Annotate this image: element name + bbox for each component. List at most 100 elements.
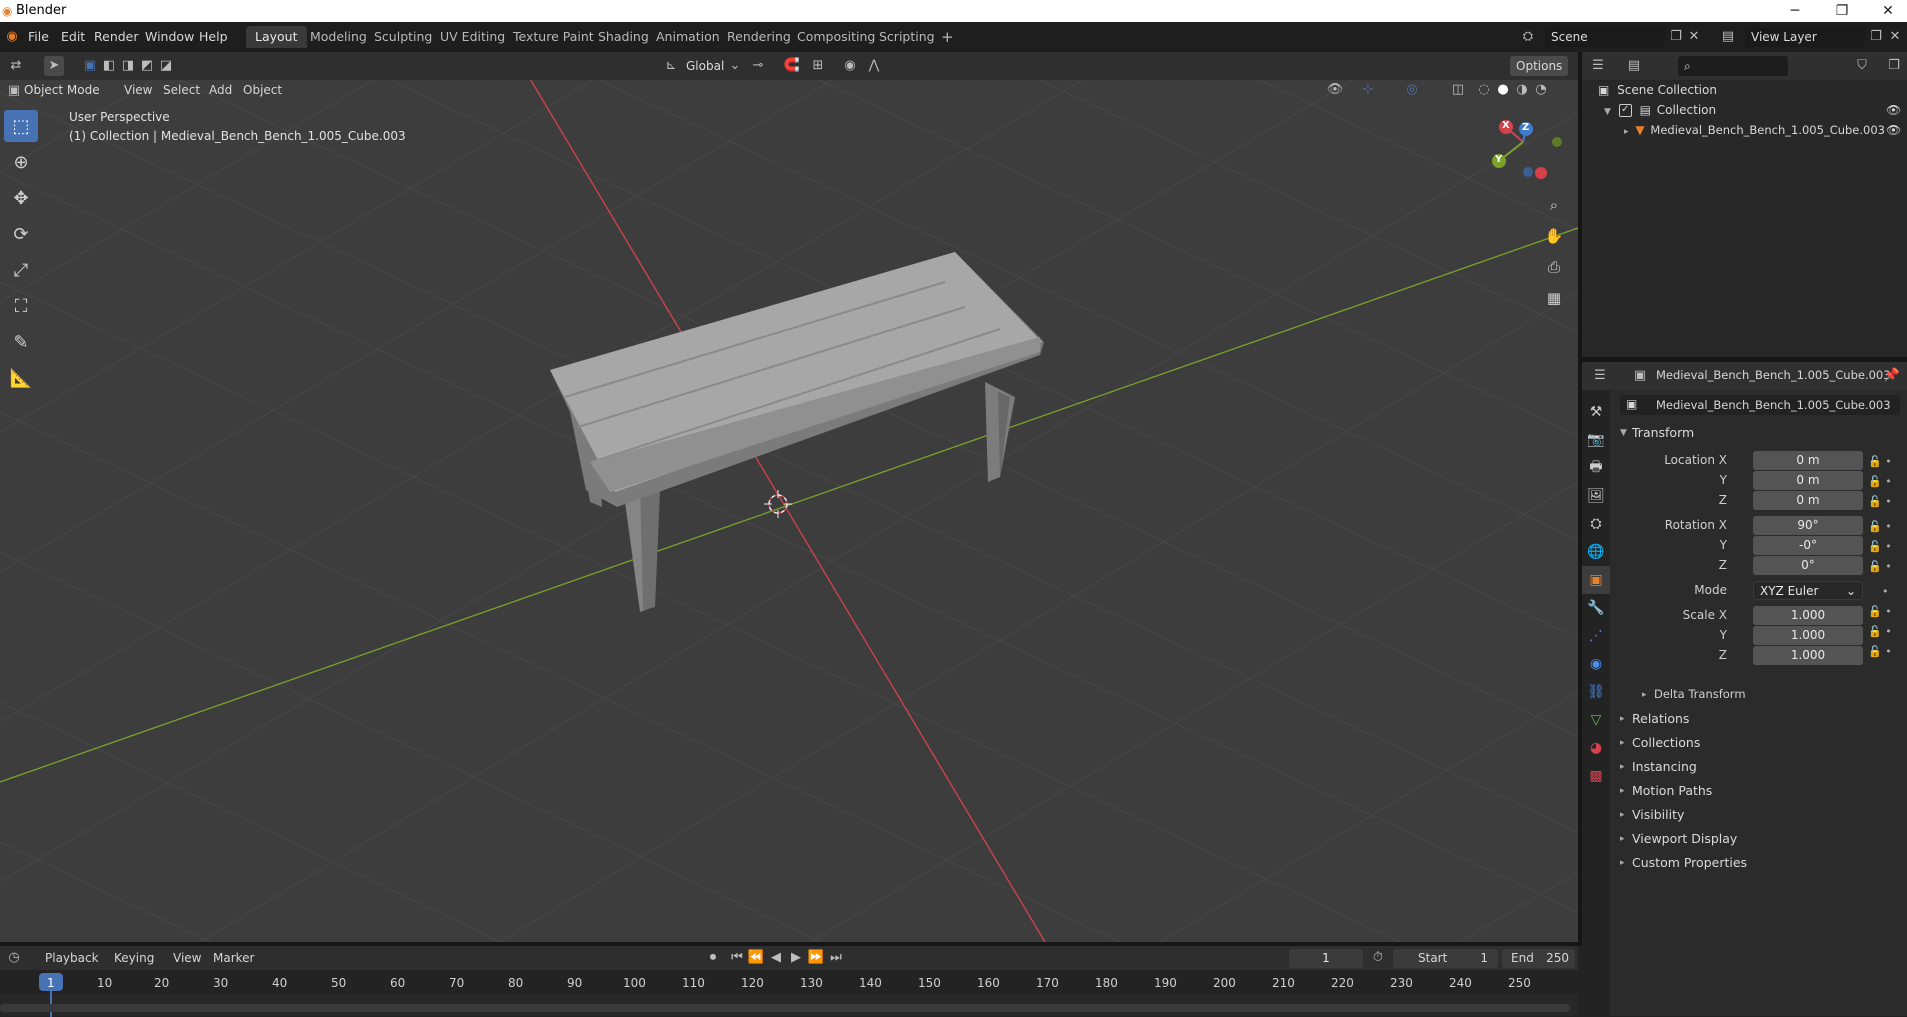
lock-icon[interactable]: 🔓 •: [1868, 642, 1898, 662]
expand-panel-icon[interactable]: ▸: [1620, 714, 1625, 724]
overlay-toggle-icon[interactable]: ◎: [1402, 80, 1422, 100]
expand-panel-icon[interactable]: ▸: [1620, 858, 1625, 868]
blender-menu-icon[interactable]: ◉: [2, 27, 22, 47]
lock-icon[interactable]: 🔓 •: [1868, 492, 1898, 512]
viewport-menu-add[interactable]: Add: [209, 83, 232, 97]
end-frame-field[interactable]: End 250: [1502, 949, 1575, 968]
eye-icon[interactable]: 👁: [1886, 120, 1901, 140]
snap-icon[interactable]: 🧲: [782, 56, 802, 76]
tab-uv-editing[interactable]: UV Editing: [431, 26, 514, 48]
transform-orientation-dropdown[interactable]: Global: [680, 56, 730, 76]
instancing-panel[interactable]: Instancing: [1632, 759, 1697, 774]
location-x-field[interactable]: 0 m: [1753, 451, 1863, 470]
close-window-button[interactable]: ✕: [1868, 1, 1907, 21]
tab-animation[interactable]: Animation: [647, 26, 729, 48]
expand-delta-icon[interactable]: ▸: [1642, 690, 1647, 700]
collections-panel[interactable]: Collections: [1632, 735, 1700, 750]
outliner-scene-collection[interactable]: ▣ Scene Collection: [1598, 80, 1717, 100]
timeline-editor-icon[interactable]: ◷: [4, 948, 24, 968]
outliner-search-input[interactable]: ⌕: [1678, 56, 1788, 76]
modifier-tab-icon[interactable]: 🔧: [1582, 594, 1610, 622]
lock-icon[interactable]: 🔓 •: [1868, 622, 1898, 642]
select-intersect-icon[interactable]: ◪: [156, 56, 176, 76]
rotation-mode-dropdown[interactable]: XYZ Euler ⌄: [1753, 581, 1863, 600]
new-collection-icon[interactable]: ❐: [1884, 56, 1904, 76]
marker-menu[interactable]: Marker: [213, 951, 254, 965]
pin-icon[interactable]: 📌: [1882, 366, 1902, 386]
annotate-tool[interactable]: ✎: [4, 326, 38, 358]
keyframe-dot-icon[interactable]: •: [1868, 582, 1898, 602]
lock-icon[interactable]: 🔓 •: [1868, 557, 1898, 577]
menu-render[interactable]: Render: [94, 29, 139, 44]
expand-collection-icon[interactable]: ▼: [1604, 107, 1611, 117]
material-tab-icon[interactable]: ◕: [1582, 734, 1610, 762]
object-tab-icon[interactable]: ▣: [1582, 566, 1610, 594]
expand-panel-icon[interactable]: ▸: [1620, 738, 1625, 748]
lock-icon[interactable]: 🔓 •: [1868, 517, 1898, 537]
collection-checkbox[interactable]: ✓: [1618, 104, 1632, 117]
viewport-menu-object[interactable]: Object: [243, 83, 282, 97]
rotate-tool[interactable]: ⟳: [4, 218, 38, 250]
rotation-x-field[interactable]: 90°: [1753, 516, 1863, 535]
ortho-grid-icon[interactable]: ▦: [1540, 284, 1568, 312]
transform-tool[interactable]: ⛶: [4, 290, 38, 322]
playback-menu[interactable]: Playback: [45, 951, 99, 965]
timeline-ruler[interactable]: 1 10 20 30 40 50 60 70 80 90 100 110 120…: [0, 970, 1578, 1017]
scene-field[interactable]: Scene: [1545, 27, 1665, 47]
world-tab-icon[interactable]: 🌐: [1582, 538, 1610, 566]
lock-icon[interactable]: 🔓 •: [1868, 602, 1898, 622]
timeline-scrollbar[interactable]: [0, 1004, 1570, 1012]
texture-tab-icon[interactable]: ▩: [1582, 762, 1610, 790]
jump-keyframe-back-icon[interactable]: ⏪: [746, 948, 766, 968]
constraints-tab-icon[interactable]: ⛓: [1582, 678, 1610, 706]
view-menu[interactable]: View: [173, 951, 201, 965]
scale-z-field[interactable]: 1.000: [1753, 646, 1863, 665]
orientation-icon[interactable]: ⊾: [661, 56, 681, 76]
viewport-display-panel[interactable]: Viewport Display: [1632, 831, 1737, 846]
tool-tab-icon[interactable]: ⚒: [1582, 398, 1610, 426]
delete-view-layer-icon[interactable]: ✕: [1885, 27, 1905, 47]
scale-y-field[interactable]: 1.000: [1753, 626, 1863, 645]
select-box-tool[interactable]: ⬚: [4, 110, 38, 142]
play-reverse-icon[interactable]: ◀: [766, 948, 786, 968]
view-layer-field[interactable]: View Layer: [1745, 27, 1865, 47]
keying-menu[interactable]: Keying: [114, 951, 154, 965]
measure-tool[interactable]: 📐: [4, 362, 38, 394]
custom-properties-panel[interactable]: Custom Properties: [1632, 855, 1747, 870]
snap-target-icon[interactable]: ⊞: [808, 56, 828, 76]
data-tab-icon[interactable]: ▽: [1582, 706, 1610, 734]
physics-tab-icon[interactable]: ◉: [1582, 650, 1610, 678]
scene-tab-icon[interactable]: ⛭: [1582, 510, 1610, 538]
display-mode-icon[interactable]: ▤: [1624, 56, 1644, 76]
new-view-layer-icon[interactable]: ❐: [1866, 27, 1886, 47]
scale-tool[interactable]: ⤢: [4, 254, 38, 286]
record-icon[interactable]: ⏺: [703, 948, 723, 968]
expand-panel-icon[interactable]: ▸: [1620, 834, 1625, 844]
jump-start-icon[interactable]: ⏮: [727, 948, 747, 968]
scale-x-field[interactable]: 1.000: [1753, 606, 1863, 625]
pan-hand-icon[interactable]: ✋: [1540, 222, 1568, 250]
delta-transform-panel[interactable]: Delta Transform: [1654, 687, 1746, 701]
select-new-icon[interactable]: ▣: [80, 56, 100, 76]
rotation-z-field[interactable]: 0°: [1753, 556, 1863, 575]
lock-icon[interactable]: 🔓 •: [1868, 537, 1898, 557]
eye-icon[interactable]: 👁: [1886, 100, 1901, 120]
expand-panel-icon[interactable]: ▸: [1620, 762, 1625, 772]
viewport-menu-view[interactable]: View: [124, 83, 152, 97]
jump-keyframe-forward-icon[interactable]: ⏩: [806, 948, 826, 968]
view-layer-tab-icon[interactable]: 🖼: [1582, 482, 1610, 510]
transform-panel-title[interactable]: Transform: [1632, 425, 1694, 440]
select-extend-icon[interactable]: ◧: [99, 56, 119, 76]
play-icon[interactable]: ▶: [786, 948, 806, 968]
visibility-panel[interactable]: Visibility: [1632, 807, 1684, 822]
menu-edit[interactable]: Edit: [61, 29, 85, 44]
current-frame-field[interactable]: 1: [1289, 949, 1363, 968]
select-mode-icon[interactable]: ➤: [44, 56, 64, 76]
editor-type-icon[interactable]: ⇄: [6, 56, 26, 76]
3d-cursor[interactable]: [764, 490, 792, 518]
location-z-field[interactable]: 0 m: [1753, 491, 1863, 510]
rendered-shading-icon[interactable]: ◔: [1531, 80, 1551, 100]
pivot-point-icon[interactable]: ⊸: [748, 56, 768, 76]
falloff-icon[interactable]: ⋀: [864, 56, 884, 76]
outliner-collection[interactable]: ▼ ✓ ▤ Collection 👁: [1604, 100, 1904, 120]
